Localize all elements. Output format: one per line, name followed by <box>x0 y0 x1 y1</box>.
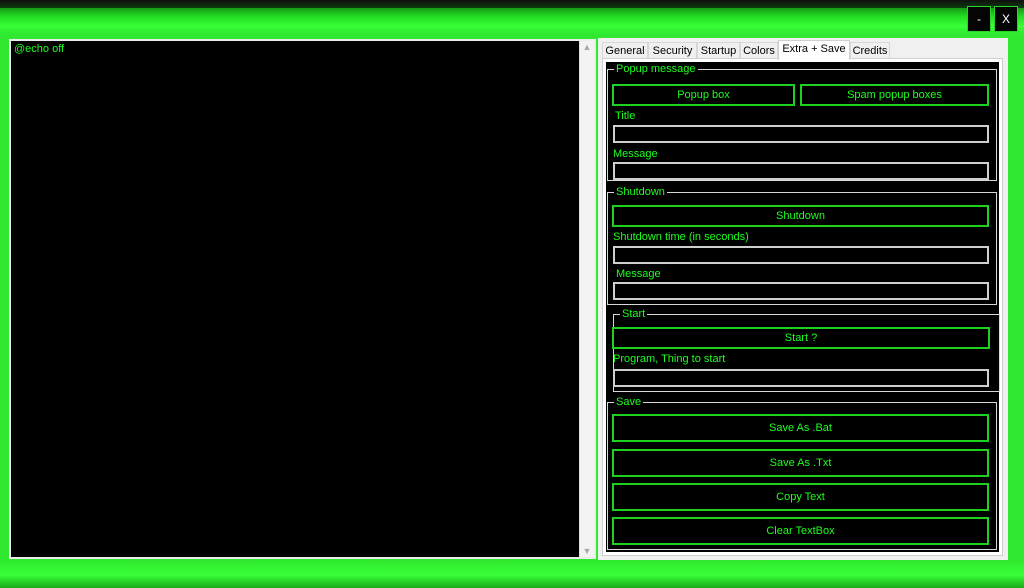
shutdown-group: Shutdown Shutdown Shutdown time (in seco… <box>607 186 997 305</box>
scroll-up-icon[interactable]: ▲ <box>580 42 594 52</box>
popup-box-button[interactable]: Popup box <box>612 84 795 106</box>
editor-scrollbar[interactable]: ▲ ▼ <box>579 41 594 557</box>
app-window: - X ▲ ▼ General Security Startup Colors … <box>0 0 1024 588</box>
start-button[interactable]: Start ? <box>612 327 990 349</box>
tab-colors[interactable]: Colors <box>740 42 778 59</box>
save-group-label: Save <box>614 396 644 408</box>
popup-message-group: Popup message Popup box Spam popup boxes… <box>607 63 997 181</box>
tab-extra-save[interactable]: Extra + Save <box>778 40 850 60</box>
title-bar <box>0 0 1024 8</box>
popup-title-label: Title <box>615 110 636 122</box>
start-group-label: Start <box>620 308 648 320</box>
start-group: Start Start ? Program, Thing to start <box>612 308 1000 392</box>
tab-general[interactable]: General <box>602 42 648 59</box>
tab-startup[interactable]: Startup <box>697 42 740 59</box>
scroll-down-icon[interactable]: ▼ <box>580 546 594 556</box>
popup-message-label: Message <box>613 148 658 160</box>
shutdown-message-label: Message <box>616 268 661 280</box>
batch-editor: ▲ ▼ <box>9 39 596 559</box>
tab-page-content: Popup message Popup box Spam popup boxes… <box>606 62 1000 552</box>
clear-textbox-button[interactable]: Clear TextBox <box>612 517 989 545</box>
batch-text-area[interactable] <box>11 41 579 557</box>
shutdown-button[interactable]: Shutdown <box>612 205 989 227</box>
settings-panel: General Security Startup Colors Extra + … <box>598 38 1008 560</box>
shutdown-message-input[interactable] <box>613 282 989 300</box>
shutdown-time-input[interactable] <box>613 246 989 264</box>
close-button[interactable]: X <box>994 6 1018 32</box>
start-program-label: Program, Thing to start <box>613 353 726 365</box>
tab-credits[interactable]: Credits <box>850 42 890 59</box>
popup-message-input[interactable] <box>613 162 989 180</box>
save-group: Save Save As .Bat Save As .Txt Copy Text… <box>607 396 997 550</box>
tab-security[interactable]: Security <box>648 42 697 59</box>
spam-popup-boxes-button[interactable]: Spam popup boxes <box>800 84 989 106</box>
popup-group-label: Popup message <box>614 63 698 75</box>
shutdown-group-label: Shutdown <box>614 186 667 198</box>
start-program-input[interactable] <box>613 369 989 387</box>
shutdown-time-label: Shutdown time (in seconds) <box>613 231 749 243</box>
tab-page-extra-save: Popup message Popup box Spam popup boxes… <box>602 58 1003 556</box>
save-as-bat-button[interactable]: Save As .Bat <box>612 414 989 442</box>
save-as-txt-button[interactable]: Save As .Txt <box>612 449 989 477</box>
minimize-button[interactable]: - <box>967 6 991 32</box>
copy-text-button[interactable]: Copy Text <box>612 483 989 511</box>
popup-title-input[interactable] <box>613 125 989 143</box>
